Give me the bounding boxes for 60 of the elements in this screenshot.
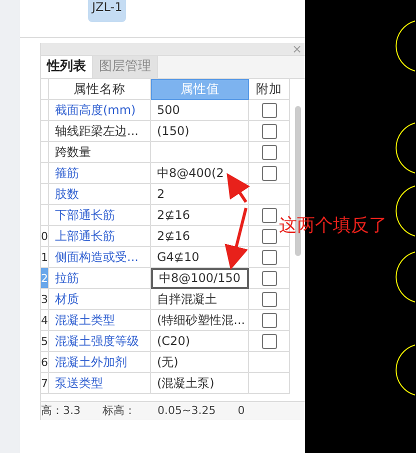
- checkbox[interactable]: [262, 334, 276, 348]
- column-header[interactable]: 附加: [249, 79, 290, 100]
- property-name: 材质: [49, 289, 151, 310]
- property-value: 2⊈16: [151, 205, 249, 226]
- checkbox[interactable]: [262, 102, 276, 118]
- property-name: 上部通长筋: [49, 226, 151, 247]
- row-number: 0: [41, 226, 49, 247]
- arrow-drawing: [224, 208, 248, 270]
- checkbox[interactable]: [262, 250, 276, 264]
- checkbox[interactable]: [262, 124, 276, 138]
- status-text: 0: [238, 403, 245, 419]
- property-value: 2⊈16: [151, 226, 249, 247]
- row-number: 7: [41, 373, 49, 394]
- property-value: (特细砂塑性混...: [151, 310, 249, 331]
- arc-drawing: [396, 186, 416, 236]
- property-name: 肢数: [49, 184, 151, 205]
- checkbox[interactable]: [262, 208, 276, 222]
- property-name: 混凝土类型: [49, 310, 151, 331]
- checkbox[interactable]: [262, 270, 276, 286]
- property-value: 自拌混凝土: [151, 289, 249, 310]
- arc-drawing: [396, 344, 416, 396]
- checkbox[interactable]: [262, 292, 276, 306]
- row-number: 4: [41, 310, 49, 331]
- checkbox[interactable]: [262, 166, 276, 180]
- property-name: 下部通长筋: [49, 205, 151, 226]
- status-text: 0.05~3.25: [158, 403, 216, 419]
- property-name: 混凝土强度等级: [49, 331, 151, 352]
- property-name: 泵送类型: [49, 373, 151, 394]
- arc-drawing: [396, 20, 416, 72]
- checkbox[interactable]: [262, 228, 276, 244]
- arrow-drawing: [226, 173, 250, 203]
- status-text: 标高：: [102, 403, 136, 419]
- property-value: 中8@400(2: [151, 163, 249, 184]
- value-input-field[interactable]: 中8@100/150: [151, 268, 249, 289]
- property-name: 截面高度(mm): [49, 100, 151, 121]
- property-value: 500: [151, 100, 249, 121]
- property-value: (无): [151, 352, 249, 373]
- row-number: 3: [41, 289, 49, 310]
- property-value: (C20): [151, 331, 249, 352]
- property-name: 轴线距梁左边...: [49, 121, 151, 142]
- row-number: 6: [41, 352, 49, 373]
- panel-tab[interactable]: 性列表: [41, 56, 93, 78]
- status-text: 高：3.3: [41, 403, 80, 419]
- arc-drawing: [396, 122, 416, 174]
- property-value: 2: [151, 184, 249, 205]
- property-value: G4⊈10: [151, 247, 249, 268]
- row-number: 5: [41, 331, 49, 352]
- arc-drawing: [396, 252, 416, 302]
- row-number: 2: [41, 268, 49, 289]
- property-name: 箍筋: [49, 163, 151, 184]
- beam-name-tag: JZL-1: [88, 0, 126, 22]
- checkbox[interactable]: [262, 144, 276, 160]
- property-value: (混凝土泵): [151, 373, 249, 394]
- property-value: (150): [151, 121, 249, 142]
- property-name: 侧面构造或受...: [49, 247, 151, 268]
- table-cell: [249, 373, 290, 394]
- property-name: 拉筋: [49, 268, 151, 289]
- checkbox[interactable]: [262, 312, 276, 328]
- property-name: 跨数量: [49, 142, 151, 163]
- property-name: 混凝土外加剂: [49, 352, 151, 373]
